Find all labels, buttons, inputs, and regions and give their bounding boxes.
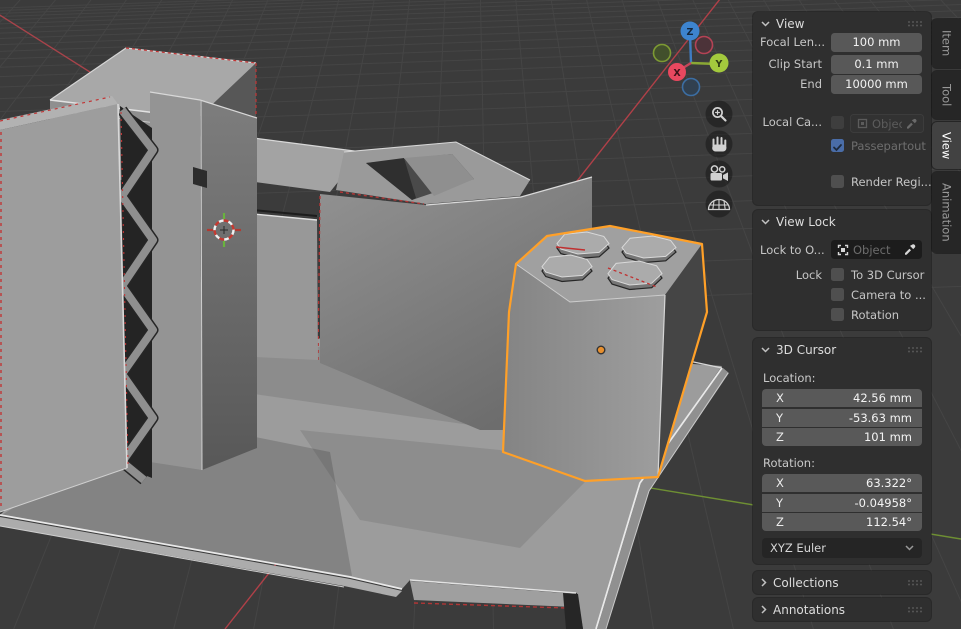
grip-dots-icon[interactable] [907, 346, 923, 353]
tab-animation[interactable]: Animation [932, 172, 961, 253]
zoom-icon[interactable] [706, 101, 733, 128]
grip-dots-icon[interactable] [907, 20, 923, 27]
svg-text:Z: Z [687, 27, 694, 38]
focal-length-label: Focal Len... [760, 33, 822, 51]
object-origin-dot [597, 346, 605, 354]
view-panel-header[interactable]: View [753, 12, 931, 35]
grip-dots-icon[interactable] [907, 606, 923, 613]
annotations-panel: Annotations [753, 598, 931, 621]
clip-start-field[interactable]: 0.1 mm [831, 55, 922, 74]
cursor-rotation-x-field[interactable]: X 63.322° [762, 474, 922, 492]
lock-to-3d-cursor-label: To 3D Cursor [851, 268, 924, 282]
panel-title: Collections [773, 576, 839, 590]
passepartout-checkbox[interactable] [831, 139, 844, 152]
object-field-ghost-text: Objec [872, 117, 902, 131]
eyedropper-icon[interactable] [904, 244, 916, 256]
3d-cursor-panel: 3D Cursor Location: X 42.56 mm Y -53.63 … [753, 338, 931, 564]
tab-view[interactable]: View [932, 122, 961, 169]
navigation-gizmo[interactable]: Z Y X [654, 22, 729, 96]
collections-panel-header[interactable]: Collections [753, 571, 931, 594]
pan-hand-icon[interactable] [706, 131, 733, 158]
grip-dots-icon[interactable] [907, 579, 923, 586]
render-region-checkbox[interactable] [831, 175, 844, 188]
lock-camera-to-view-checkbox[interactable] [831, 288, 844, 301]
clip-end-label: End [760, 75, 822, 93]
lock-to-3d-cursor-checkbox[interactable] [831, 268, 844, 281]
object-data-icon [857, 118, 868, 129]
cursor-rotation-y-field[interactable]: Y -0.04958° [762, 494, 922, 512]
clip-end-field[interactable]: 10000 mm [831, 75, 922, 94]
svg-text:Y: Y [715, 59, 723, 70]
gizmo-minus-x-ball[interactable] [696, 37, 713, 54]
passepartout-label: Passepartout [851, 139, 926, 153]
local-camera-object-field[interactable]: Objec [850, 114, 924, 133]
view-lock-panel-header[interactable]: View Lock [753, 210, 931, 233]
object-field-ghost-text: Object [853, 243, 900, 257]
panel-title: Annotations [773, 603, 845, 617]
cursor-location-x-field[interactable]: X 42.56 mm [762, 389, 922, 407]
lock-to-object-label: Lock to O... [760, 241, 822, 259]
column-object[interactable] [150, 92, 257, 470]
viewport-tool-buttons [706, 101, 733, 218]
local-camera-label: Local Ca... [760, 113, 822, 131]
location-label: Location: [763, 371, 816, 385]
focal-length-field[interactable]: 100 mm [831, 33, 922, 52]
3d-cursor-panel-header[interactable]: 3D Cursor [753, 338, 931, 361]
panel-title: 3D Cursor [776, 343, 836, 357]
panel-title: View [776, 17, 804, 31]
chevron-down-icon [761, 219, 770, 225]
cursor-rotation-z-field[interactable]: Z 112.54° [762, 513, 922, 531]
lock-camera-to-view-label: Camera to ... [851, 288, 926, 302]
camera-view-icon[interactable] [706, 161, 733, 188]
clip-start-label: Clip Start [760, 55, 822, 73]
rotation-label: Rotation: [763, 456, 815, 470]
annotations-panel-header[interactable]: Annotations [753, 598, 931, 621]
eyedropper-icon[interactable] [906, 118, 917, 129]
truss-panel-object[interactable] [0, 96, 153, 512]
collections-panel: Collections [753, 571, 931, 594]
tab-tool[interactable]: Tool [932, 71, 961, 119]
lock-label: Lock [760, 266, 822, 284]
chevron-right-icon [761, 578, 767, 587]
gizmo-minus-z-ball[interactable] [683, 79, 700, 96]
perspective-grid-icon[interactable] [706, 191, 733, 218]
tab-item[interactable]: Item [932, 19, 961, 68]
chevron-down-icon [905, 545, 914, 551]
blender-3d-viewport[interactable]: Z Y X [0, 0, 961, 629]
object-data-icon [837, 244, 849, 256]
svg-text:X: X [673, 68, 681, 79]
local-camera-checkbox[interactable] [831, 116, 844, 129]
cursor-location-z-field[interactable]: Z 101 mm [762, 428, 922, 446]
render-region-label: Render Regi... [851, 175, 932, 189]
panel-title: View Lock [776, 215, 836, 229]
lock-to-object-field[interactable]: Object [831, 240, 922, 259]
cursor-location-y-field[interactable]: Y -53.63 mm [762, 409, 922, 427]
euler-mode-dropdown[interactable]: XYZ Euler [762, 538, 922, 558]
chevron-right-icon [761, 605, 767, 614]
chevron-down-icon [761, 347, 770, 353]
lock-rotation-checkbox[interactable] [831, 308, 844, 321]
lock-rotation-label: Rotation [851, 308, 899, 322]
chevron-down-icon [761, 21, 770, 27]
gizmo-minus-y-ball[interactable] [654, 45, 671, 62]
